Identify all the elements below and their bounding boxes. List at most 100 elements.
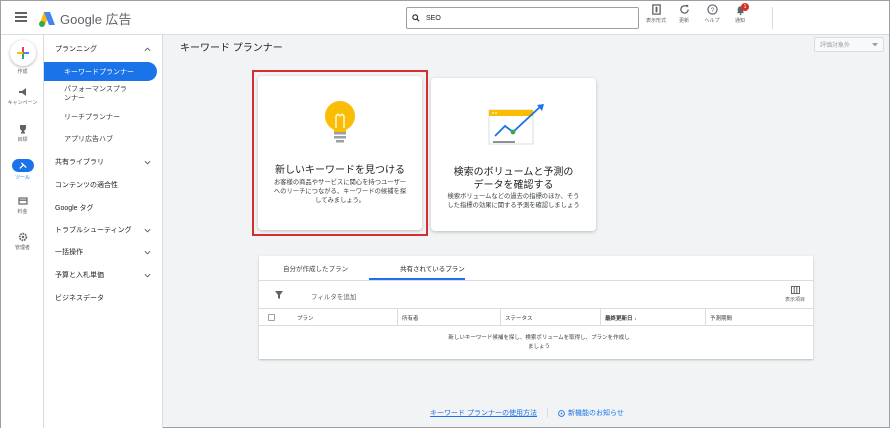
refresh-button[interactable]: 更新 (670, 4, 698, 24)
sidebar-planning[interactable]: プランニング (44, 44, 163, 54)
col-last-modified-label: 最終更新日 (605, 316, 633, 322)
create-label-item: 作成 (1, 68, 44, 75)
tab-my-plans[interactable]: 自分が作成したプラン (283, 263, 348, 273)
sidebar-item-performance-planner[interactable]: パフォーマンスプランナー (44, 85, 144, 103)
chevron-down-icon (144, 160, 151, 165)
sidebar-business-data[interactable]: ビジネスデータ (44, 293, 163, 303)
notifications-button[interactable]: 1 通知 (726, 3, 754, 24)
info-icon (558, 409, 565, 417)
sidebar-bulk-actions[interactable]: 一括操作 (44, 247, 163, 257)
forecast-desc-line2: した指標の効果に関する予測を確認しましょう (447, 202, 580, 209)
col-divider (500, 309, 501, 326)
sidebar-shared-library[interactable]: 共有ライブラリ (44, 157, 163, 167)
forecast-card[interactable]: 検索のボリュームと予測の データを確認する 検索ボリュームなどの過去の指標のほか… (431, 78, 596, 231)
sidebar-item-reach-planner[interactable]: リーチプランナー (44, 112, 163, 122)
whats-new-link[interactable]: 新機能のお知らせ (558, 408, 624, 418)
google-ads-logo[interactable]: Google 広告 (38, 9, 132, 28)
megaphone-icon (18, 88, 26, 96)
appearance-label: 表示形式 (645, 18, 666, 24)
discover-card-description: お客様の商品やサービスに関心を持つユーザー へのリーチにつながる、キーワードの候… (258, 178, 422, 205)
search-input[interactable]: SEO (406, 7, 639, 29)
forecast-card-title: 検索のボリュームと予測の データを確認する (431, 166, 596, 192)
col-plan[interactable]: プラン (297, 314, 314, 322)
discover-keywords-card[interactable]: 新しいキーワードを見つける お客様の商品やサービスに関心を持つユーザー へのリー… (258, 76, 422, 230)
top-bar: Google 広告 SEO 表示形式 更新 ? ヘルプ 1 通知 (1, 1, 889, 35)
trend-chart-icon (488, 104, 544, 145)
sidebar-google-tag[interactable]: Google タグ (44, 203, 163, 213)
appearance-button[interactable]: 表示形式 (642, 4, 670, 24)
sidebar-reach-planner-label: リーチプランナー (64, 114, 120, 121)
rail-billing[interactable]: 料金 (1, 196, 44, 215)
dropdown-arrow-icon (872, 42, 878, 46)
chevron-down-icon (144, 228, 151, 233)
create-label: 作成 (17, 69, 28, 75)
rail-admin[interactable]: 管理者 (1, 232, 44, 251)
sidebar-troubleshooting[interactable]: トラブルシューティング (44, 225, 163, 235)
page-title: キーワード プランナー (180, 43, 283, 54)
gear-icon (18, 232, 27, 242)
search-value: SEO (426, 14, 441, 22)
sidebar-content-suitability-label: コンテンツの適合性 (55, 182, 118, 189)
columns-button[interactable]: 表示項目 (785, 286, 805, 303)
whats-new-label: 新機能のお知らせ (567, 410, 624, 417)
discover-desc-line3: してみましょう。 (315, 197, 365, 204)
col-last-modified[interactable]: 最終更新日 ↓ (605, 314, 637, 322)
col-status[interactable]: ステータス (505, 314, 533, 322)
filter-dropdown[interactable]: 評価対象外 (814, 37, 884, 52)
tools-sidebar: プランニング キーワードプランナー パフォーマンスプランナー リーチプランナー … (44, 35, 163, 428)
sidebar-google-tag-label: Google タグ (55, 205, 94, 212)
add-filter-button[interactable]: フィルタを追加 (311, 291, 356, 301)
rail-tools-label: ツール (14, 175, 30, 181)
left-rail: 作成 キャンペーン 目標 ツール 料金 管理者 (1, 35, 44, 428)
trophy-icon (19, 125, 26, 134)
help-icon: ? (706, 4, 718, 15)
rail-goals-label: 目標 (17, 137, 28, 143)
divider (772, 7, 773, 29)
how-to-use-link[interactable]: キーワード プランナーの使用方法 (430, 408, 537, 418)
refresh-icon (679, 4, 689, 14)
sidebar-business-data-label: ビジネスデータ (55, 295, 104, 302)
forecast-title-line2: データを確認する (473, 180, 554, 191)
sidebar-budgets-bidding-label: 予算と入札単価 (55, 272, 104, 279)
tabs-divider (259, 280, 813, 281)
refresh-label: 更新 (678, 18, 689, 24)
sidebar-content-suitability[interactable]: コンテンツの適合性 (44, 180, 163, 190)
empty-line1: 新しいキーワード候補を探し、検索ボリュームを取得し、プランを作成し (448, 335, 630, 341)
chart-icon (651, 4, 661, 15)
col-divider (397, 309, 398, 326)
rail-campaigns[interactable]: キャンペーン (1, 87, 44, 106)
col-divider (705, 309, 706, 326)
rail-goals[interactable]: 目標 (1, 124, 44, 143)
col-forecast-period[interactable]: 予測期間 (710, 314, 732, 322)
sidebar-item-app-ad-hub[interactable]: アプリ広告ハブ (44, 134, 163, 144)
chevron-down-icon (144, 273, 151, 278)
app-name: Google 広告 (60, 12, 132, 27)
discover-desc-line1: お客様の商品やサービスに関心を持つユーザー (273, 179, 407, 186)
chevron-down-icon (144, 250, 151, 255)
col-owner[interactable]: 所有者 (402, 314, 419, 322)
rail-admin-label: 管理者 (14, 245, 30, 251)
sidebar-troubleshooting-label: トラブルシューティング (55, 227, 132, 234)
sidebar-app-ad-hub-label: アプリ広告ハブ (64, 136, 113, 143)
create-button[interactable] (10, 40, 36, 66)
help-button[interactable]: ? ヘルプ (698, 4, 726, 24)
filter-icon[interactable] (275, 291, 283, 299)
sidebar-planning-label: プランニング (55, 46, 97, 53)
sidebar-item-keyword-planner[interactable]: キーワードプランナー (44, 62, 157, 81)
discover-card-title: 新しいキーワードを見つける (275, 165, 405, 176)
sidebar-budgets-bidding[interactable]: 予算と入札単価 (44, 270, 163, 280)
columns-label: 表示項目 (785, 297, 806, 303)
tab-shared-plans[interactable]: 共有されているプラン (400, 263, 465, 273)
rail-campaigns-label: キャンペーン (7, 100, 38, 106)
wrench-icon (18, 161, 27, 169)
columns-icon (790, 286, 800, 294)
select-all-checkbox[interactable] (268, 314, 275, 321)
tools-pill (11, 159, 34, 172)
plans-panel: 自分が作成したプラン 共有されているプラン フィルタを追加 表示項目 プラン 所… (259, 256, 813, 359)
notifications-label: 通知 (734, 18, 745, 24)
lightbulb-icon (325, 101, 355, 143)
sidebar-shared-library-label: 共有ライブラリ (55, 159, 104, 166)
menu-icon[interactable] (15, 12, 27, 22)
svg-text:?: ? (710, 7, 714, 14)
rail-tools[interactable]: ツール (1, 159, 44, 181)
